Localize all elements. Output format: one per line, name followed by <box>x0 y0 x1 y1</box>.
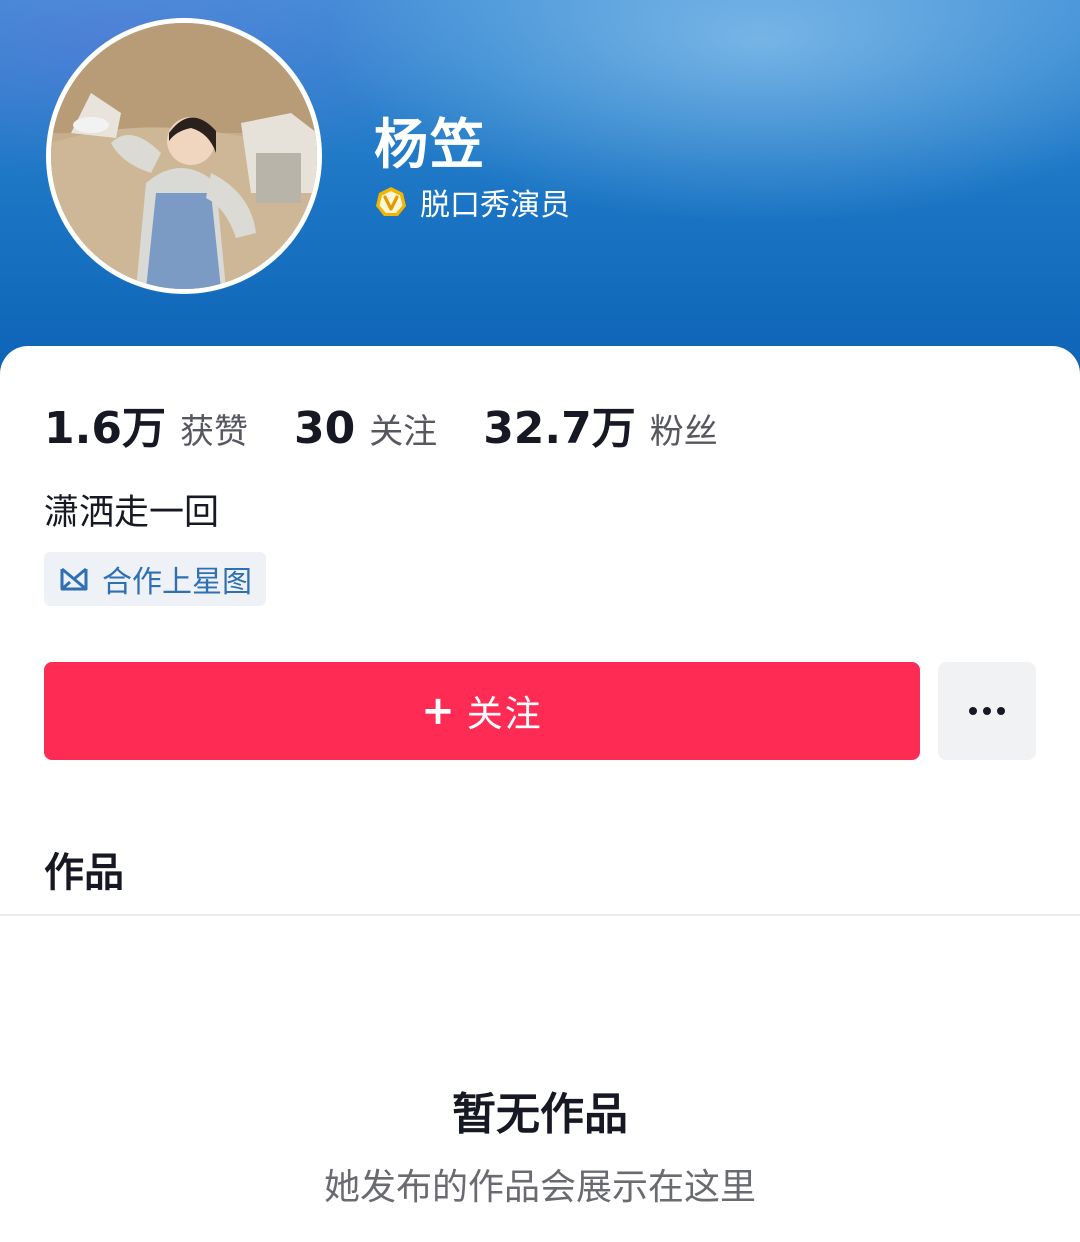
stat-following[interactable]: 30 关注 <box>294 403 437 454</box>
stat-likes[interactable]: 1.6万 获赞 <box>44 392 248 456</box>
stats-row: 1.6万 获赞 30 关注 32.7万 粉丝 <box>44 392 764 456</box>
verification-label: 脱口秀演员 <box>420 188 570 223</box>
stat-value: 30 <box>293 403 356 454</box>
stat-label: 关注 <box>369 412 438 452</box>
verified-badge-icon <box>376 187 406 216</box>
stat-label: 获赞 <box>179 412 248 452</box>
stat-value: 1.6万 <box>44 403 166 454</box>
xingtu-icon <box>60 567 88 591</box>
tab-works[interactable]: 作品 <box>44 840 124 898</box>
tag-label: 合作上星图 <box>102 565 252 600</box>
follow-button[interactable]: + 关注 <box>44 662 920 760</box>
profile-bio: 潇洒走一回 <box>44 493 220 533</box>
stat-value: 32.7万 <box>483 403 636 454</box>
profile-card: 1.6万 获赞 30 关注 32.7万 粉丝 潇洒走一回 合作上星图 + 关注 … <box>0 346 1080 1242</box>
more-dots-icon <box>969 707 1005 715</box>
empty-state-subtitle: 她发布的作品会展示在这里 <box>323 1167 756 1208</box>
stat-followers[interactable]: 32.7万 粉丝 <box>483 392 718 456</box>
verification-row: 脱口秀演员 <box>374 180 570 224</box>
more-button[interactable] <box>938 662 1036 760</box>
profile-header-background: 杨笠 脱口秀演员 <box>0 0 1080 380</box>
empty-state-title: 暂无作品 <box>452 1089 628 1140</box>
avatar[interactable] <box>46 18 322 294</box>
plus-icon: + <box>421 688 457 734</box>
avatar-photo <box>51 23 317 289</box>
profile-name: 杨笠 <box>374 113 486 176</box>
follow-button-label: 关注 <box>466 694 543 735</box>
stat-label: 粉丝 <box>649 412 718 452</box>
xingtu-cooperation-tag[interactable]: 合作上星图 <box>44 552 266 606</box>
divider <box>0 914 1080 916</box>
